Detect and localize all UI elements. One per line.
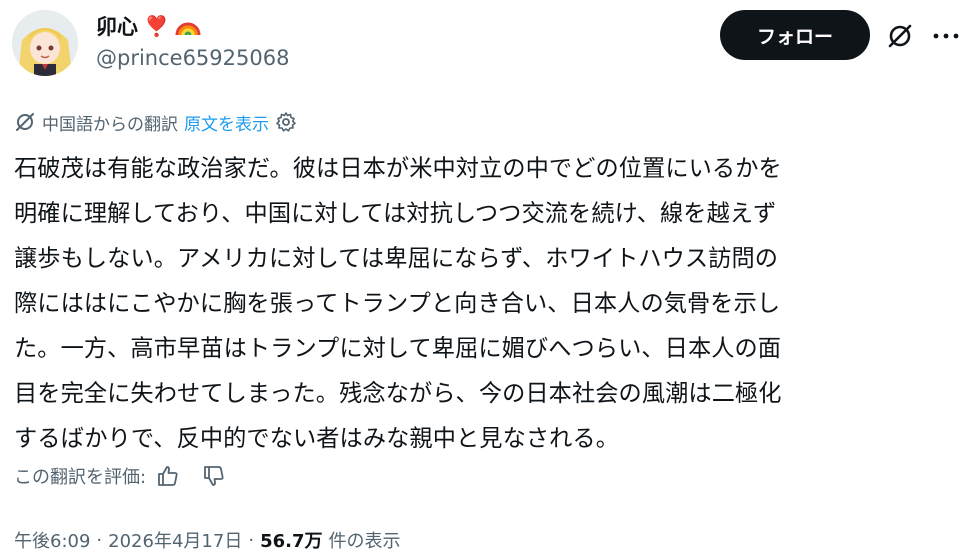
post-time[interactable]: 午後6:09 — [14, 527, 90, 553]
avatar[interactable] — [12, 10, 78, 76]
thumbs-down-icon[interactable] — [202, 464, 226, 488]
show-original-link[interactable]: 原文を表示 — [184, 110, 269, 135]
more-icon[interactable] — [928, 20, 964, 52]
gear-icon[interactable] — [275, 111, 297, 133]
rate-translation-label: この翻訳を評価: — [14, 467, 147, 488]
thumbs-up-icon[interactable] — [156, 464, 180, 488]
separator: · — [96, 529, 103, 551]
post-line: するばかりで、反中的でない者はみな親中と見なされる。 — [14, 425, 620, 452]
separator: · — [248, 529, 255, 551]
post-line: た。一方、高市早苗はトランプに対して卑屈に媚びへつらい、日本人の面 — [14, 335, 782, 362]
post-meta: 午後6:09 · 2026年4月17日 · 56.7万 件の表示 — [14, 525, 400, 555]
post-date[interactable]: 2026年4月17日 — [108, 527, 242, 553]
author-name[interactable]: 卯心 — [96, 11, 138, 41]
post-line: 石破茂は有能な政治家だ。彼は日本が米中対立の中でどの位置にいるかを — [14, 155, 782, 182]
author-handle[interactable]: @prince65925068 — [96, 46, 289, 70]
translation-label: 中国語からの翻訳 — [42, 114, 178, 135]
heart-emoji: ❣️ — [144, 14, 169, 38]
rainbow-emoji — [175, 15, 201, 37]
post-body: 石破茂は有能な政治家だ。彼は日本が米中対立の中でどの位置にいるかを 明確に理解し… — [14, 146, 964, 461]
post-line: 際にははにこやかに胸を張ってトランプと向き合い、日本人の気骨を示し — [14, 290, 781, 317]
view-count-label: 件の表示 — [328, 531, 401, 552]
grok-icon[interactable] — [884, 20, 916, 52]
translation-row: 中国語からの翻訳 原文を表示 — [14, 108, 297, 136]
grok-icon — [14, 111, 36, 133]
post-line: 明確に理解しており、中国に対しては対抗しつつ交流を続け、線を越えず — [14, 200, 777, 227]
post-line: 目を完全に失わせてしまった。残念ながら、今の日本社会の風潮は二極化 — [14, 380, 782, 407]
avatar-illustration — [12, 10, 78, 76]
rate-translation-row: この翻訳を評価: — [14, 460, 226, 492]
follow-button[interactable]: フォロー — [720, 10, 870, 60]
post-line: 譲歩もしない。アメリカに対しては卑屈にならず、ホワイトハウス訪問の — [14, 245, 779, 272]
author-name-row[interactable]: 卯心 ❣️ — [96, 10, 201, 42]
view-count: 56.7万 — [260, 531, 323, 552]
